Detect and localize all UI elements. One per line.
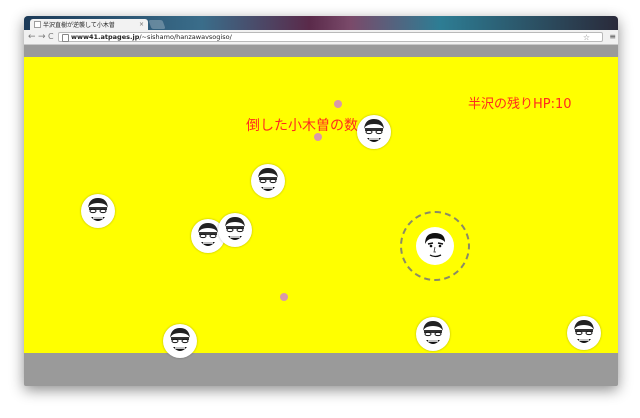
bullet: [314, 133, 322, 141]
bullet: [280, 293, 288, 301]
forward-button[interactable]: →: [38, 32, 46, 42]
ogiso-face-icon: [170, 328, 190, 351]
kill-count-display: 倒した小木曽の数: [246, 118, 358, 134]
page-icon: [62, 34, 69, 42]
player-hanzawa[interactable]: [416, 227, 454, 265]
url-host: www41.atpages.jp: [71, 33, 140, 41]
browser-window: 半沢直樹が逆襲して小木曽 × ← → C www41.atpages.jp/~s…: [24, 16, 618, 386]
enemy-ogiso: [251, 164, 285, 198]
reload-button[interactable]: C: [48, 32, 54, 42]
tab-close-icon[interactable]: ×: [139, 21, 144, 28]
enemy-ogiso: [163, 324, 197, 358]
hp-display: 半沢の残りHP:10: [468, 97, 572, 112]
tab-title: 半沢直樹が逆襲して小木曽: [43, 22, 115, 29]
ogiso-face-icon: [574, 320, 594, 343]
chrome-menu-icon[interactable]: ≡: [609, 32, 616, 41]
enemy-ogiso: [218, 213, 252, 247]
hanzawa-face-icon: [425, 233, 445, 258]
enemy-ogiso: [81, 194, 115, 228]
browser-tab[interactable]: 半沢直樹が逆襲して小木曽 ×: [30, 19, 148, 30]
ogiso-face-icon: [364, 119, 384, 142]
ogiso-face-icon: [88, 198, 108, 221]
address-bar[interactable]: www41.atpages.jp/~sishamo/hanzawavsogiso…: [58, 32, 603, 42]
back-button[interactable]: ←: [28, 32, 36, 42]
game-canvas[interactable]: 半沢の残りHP:10 倒した小木曽の数: [24, 57, 618, 358]
url-path: /~sishamo/hanzawavsogiso/: [139, 33, 232, 41]
title-bar: 半沢直樹が逆襲して小木曽 ×: [24, 16, 618, 30]
bookmark-star-icon[interactable]: ☆: [583, 34, 590, 42]
enemy-ogiso: [567, 316, 601, 350]
ogiso-face-icon: [423, 321, 443, 344]
enemy-ogiso: [357, 115, 391, 149]
ogiso-face-icon: [258, 168, 278, 191]
new-tab-button[interactable]: [148, 20, 166, 29]
bullet: [334, 100, 342, 108]
enemy-ogiso: [416, 317, 450, 351]
ogiso-face-icon: [225, 217, 245, 240]
browser-toolbar: ← → C www41.atpages.jp/~sishamo/hanzawav…: [24, 30, 618, 45]
page-favicon-icon: [34, 21, 41, 28]
